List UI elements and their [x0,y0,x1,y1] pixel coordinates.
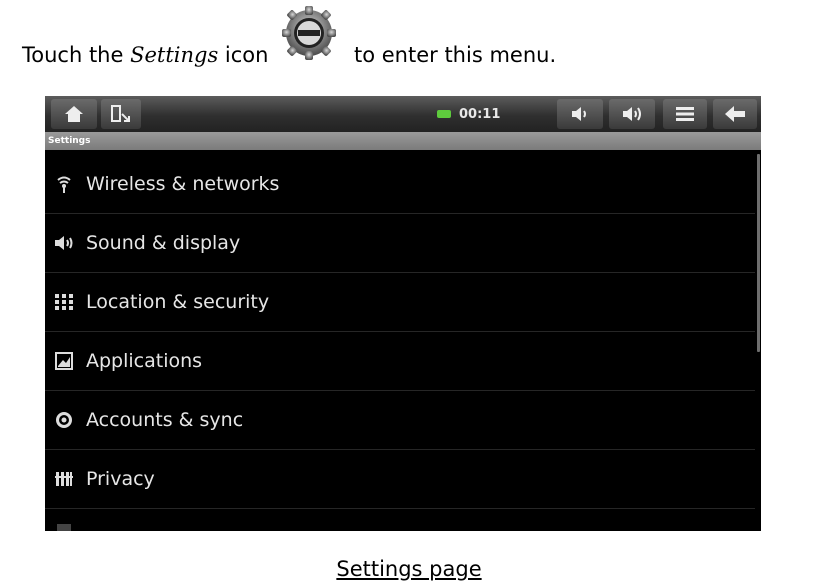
sync-icon [54,410,74,430]
volume-down-button[interactable] [557,99,603,129]
applications-icon [54,351,74,371]
app-switch-button[interactable] [101,99,141,129]
figure-caption: Settings page [336,557,482,581]
wireless-icon [54,174,74,194]
settings-item-sound-display[interactable]: Sound & display [45,214,755,273]
settings-item-label: Accounts & sync [86,409,244,431]
instruction-part-2: icon [218,43,269,67]
settings-item-accounts-sync[interactable]: Accounts & sync [45,391,755,450]
menu-icon [676,107,694,121]
speaker-icon [54,233,74,253]
privacy-icon [54,469,74,489]
app-switch-icon [111,105,130,122]
status-clock: 00:11 [437,105,500,123]
list-scrollbar[interactable] [757,154,760,352]
next-item-icon [57,524,71,531]
battery-icon [437,110,451,118]
volume-up-button[interactable] [609,99,655,129]
settings-item-label: Location & security [86,291,270,313]
menu-button[interactable] [663,99,707,129]
screen-title: Settings [45,132,761,150]
clock-time: 00:11 [459,106,501,122]
home-icon [65,106,83,122]
settings-item-privacy[interactable]: Privacy [45,450,755,509]
back-icon [725,106,745,122]
home-button[interactable] [51,99,97,129]
grid-icon [54,292,74,312]
settings-item-applications[interactable]: Applications [45,332,755,391]
instruction-part-1: Touch the [22,43,131,67]
status-bar: 00:11 [45,96,761,132]
instruction-part-3: to enter this menu. [354,43,557,67]
settings-item-wireless[interactable]: Wireless & networks [45,155,755,214]
instruction-settings-word: Settings [130,43,219,67]
settings-item-label: Sound & display [86,232,241,254]
back-button[interactable] [713,99,757,129]
settings-item-label: Privacy [86,468,155,490]
settings-item-location-security[interactable]: Location & security [45,273,755,332]
settings-gear-icon [282,6,336,60]
settings-item-label: Applications [86,350,203,372]
volume-up-icon [623,107,641,121]
settings-item-label: Wireless & networks [86,173,280,195]
volume-down-icon [572,107,586,121]
device-screen: 00:11 Settings Wireless & networks Sound… [45,96,761,531]
settings-list: Wireless & networks Sound & display Loca… [45,155,755,509]
